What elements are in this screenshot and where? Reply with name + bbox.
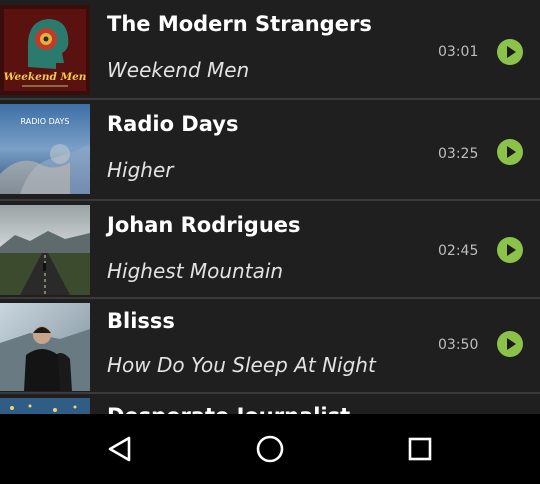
- album-art: RADIO DAYS: [0, 104, 90, 194]
- track-artist: Johan Rodrigues: [107, 213, 301, 237]
- play-icon: [507, 146, 516, 158]
- home-circle-icon: [256, 435, 284, 463]
- album-art-caption: RADIO DAYS: [21, 117, 70, 126]
- track-duration: 03:25: [438, 146, 479, 162]
- album-art-caption: Weekend Men: [4, 71, 87, 83]
- track-item[interactable]: Johan Rodrigues Highest Mountain 02:45: [0, 199, 540, 299]
- back-button[interactable]: [105, 434, 135, 464]
- track-title: Weekend Men: [107, 58, 250, 82]
- play-icon: [507, 244, 516, 256]
- track-title: Highest Mountain: [107, 259, 284, 283]
- track-list: Weekend Men The Modern Strangers Weekend…: [0, 0, 540, 414]
- back-triangle-icon: [108, 436, 131, 462]
- track-item[interactable]: RADIO DAYS Radio Days Higher 03:25: [0, 98, 540, 201]
- track-item[interactable]: Weekend Men The Modern Strangers Weekend…: [0, 0, 540, 100]
- play-button[interactable]: [497, 139, 523, 165]
- play-icon: [507, 338, 516, 350]
- recents-square-icon: [408, 437, 432, 461]
- track-artist: Blisss: [107, 309, 175, 333]
- recents-button[interactable]: [405, 434, 435, 464]
- track-artist: Desperate Journalist: [107, 404, 350, 414]
- album-art: Weekend Men: [0, 5, 90, 95]
- album-art: [0, 303, 90, 391]
- album-art: [0, 205, 90, 295]
- track-artist: The Modern Strangers: [107, 12, 372, 36]
- track-duration: 03:01: [438, 44, 479, 60]
- album-art: [0, 398, 90, 414]
- track-artist: Radio Days: [107, 112, 239, 136]
- track-duration: 02:45: [438, 243, 479, 259]
- play-button[interactable]: [497, 331, 523, 357]
- play-button[interactable]: [497, 237, 523, 263]
- home-button[interactable]: [255, 434, 285, 464]
- track-duration: 03:50: [438, 337, 479, 353]
- track-item[interactable]: Blisss How Do You Sleep At Night 03:50: [0, 297, 540, 392]
- play-button[interactable]: [497, 39, 523, 65]
- navigation-bar: [0, 414, 540, 484]
- track-title: Higher: [107, 158, 174, 182]
- play-icon: [507, 46, 516, 58]
- track-item[interactable]: Desperate Journalist: [0, 392, 540, 414]
- track-title: How Do You Sleep At Night: [107, 353, 376, 377]
